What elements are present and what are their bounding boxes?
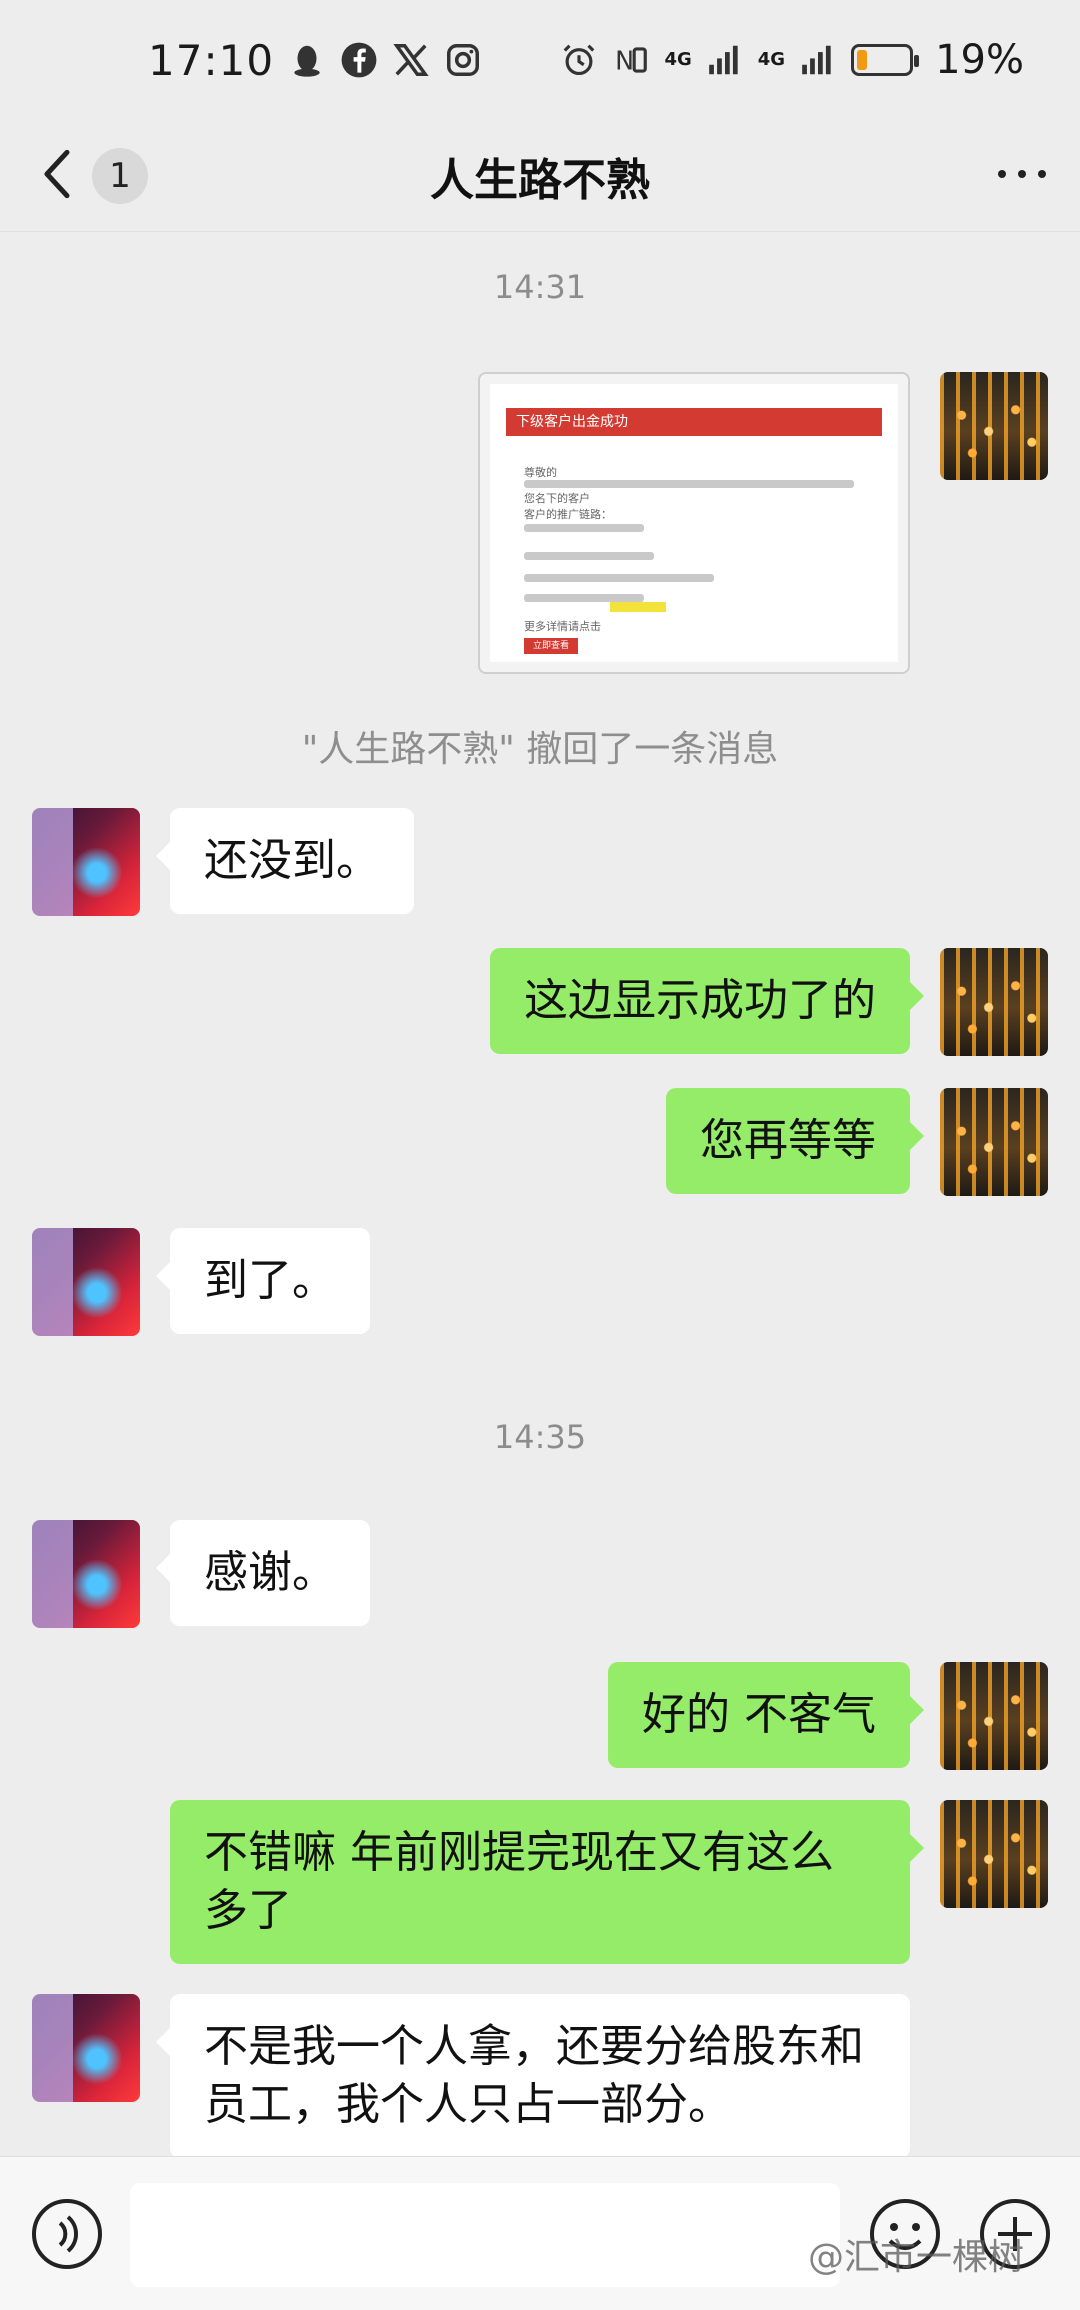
watermark: @汇市一棵树 [808,2237,1025,2278]
message-bubble[interactable]: 您再等等 [666,1088,924,1194]
signal-icon [706,41,744,79]
facebook-icon [340,41,378,79]
image-header: 下级客户出金成功 [506,408,882,436]
more-options-icon[interactable] [994,164,1050,188]
avatar-self[interactable] [940,1800,1048,1908]
chat-header: 1 人生路不熟 [0,120,1080,232]
signal-icon [799,41,837,79]
avatar-self[interactable] [940,1088,1048,1196]
message-bubble[interactable]: 感谢。 [156,1520,370,1626]
network-type-1: 4G [664,49,692,70]
image-content: 下级客户出金成功 尊敬的 您名下的客户 客户的推广链路： 更多详情请点击 立即查… [490,384,898,662]
message-bubble[interactable]: 还没到。 [156,808,414,914]
image-line-bar [524,480,854,488]
avatar-other[interactable] [32,1520,140,1628]
message-bubble[interactable]: 不错嘛 年前刚提完现在又有这么多了 [170,1800,924,1964]
image-view-button: 立即查看 [524,638,578,654]
avatar-other[interactable] [32,808,140,916]
image-line: 客户的推广链路： [524,508,612,521]
back-arrow-icon[interactable] [40,149,74,203]
message-timestamp: 14:31 [493,268,587,306]
message-bubble[interactable]: 不是我一个人拿，还要分给股东和员工，我个人只占一部分。 [156,1994,910,2158]
status-bar: 17:10 N 4G 4G 19% [0,0,1080,120]
image-line-bar [524,574,714,582]
chat-title[interactable]: 人生路不熟 [430,155,650,206]
avatar-self[interactable] [940,948,1048,1056]
alarm-icon [560,41,598,79]
image-line: 尊敬的 [524,466,557,479]
message-bubble[interactable]: 到了。 [156,1228,370,1334]
recalled-message-notice: "人生路不熟" 撤回了一条消息 [301,729,779,770]
image-message[interactable]: 下级客户出金成功 尊敬的 您名下的客户 客户的推广链路： 更多详情请点击 立即查… [478,372,910,674]
status-right: N 4G 4G 19% [560,37,1024,83]
image-line-bar [524,524,644,532]
avatar-self[interactable] [940,1662,1048,1770]
image-line-bar [524,594,644,602]
battery-icon [851,44,920,76]
status-time: 17:10 [148,35,275,85]
avatar-other[interactable] [32,1228,140,1336]
x-icon [392,41,430,79]
avatar-self[interactable] [940,372,1048,480]
status-left: 17:10 [148,36,482,85]
network-type-2: 4G [757,49,786,70]
image-highlight [610,602,666,612]
voice-input-icon[interactable] [30,2197,104,2275]
svg-text:N: N [616,46,635,76]
message-bubble[interactable]: 好的 不客气 [608,1662,924,1768]
nfc-icon: N [612,41,650,79]
instagram-icon [444,41,482,79]
battery-fill [857,50,867,70]
battery-percent: 19% [935,37,1024,83]
unread-count-badge[interactable]: 1 [92,147,148,204]
image-line-bar [524,552,654,560]
message-timestamp: 14:35 [493,1418,587,1456]
nav-left: 1 [40,147,148,204]
message-input[interactable] [130,2183,840,2287]
message-bubble[interactable]: 这边显示成功了的 [490,948,924,1054]
image-line: 更多详情请点击 [524,620,601,633]
qq-icon [288,41,326,79]
chat-title-wrap: 人生路不熟 [0,144,1080,208]
image-line: 您名下的客户 [524,492,590,505]
avatar-other[interactable] [32,1994,140,2102]
